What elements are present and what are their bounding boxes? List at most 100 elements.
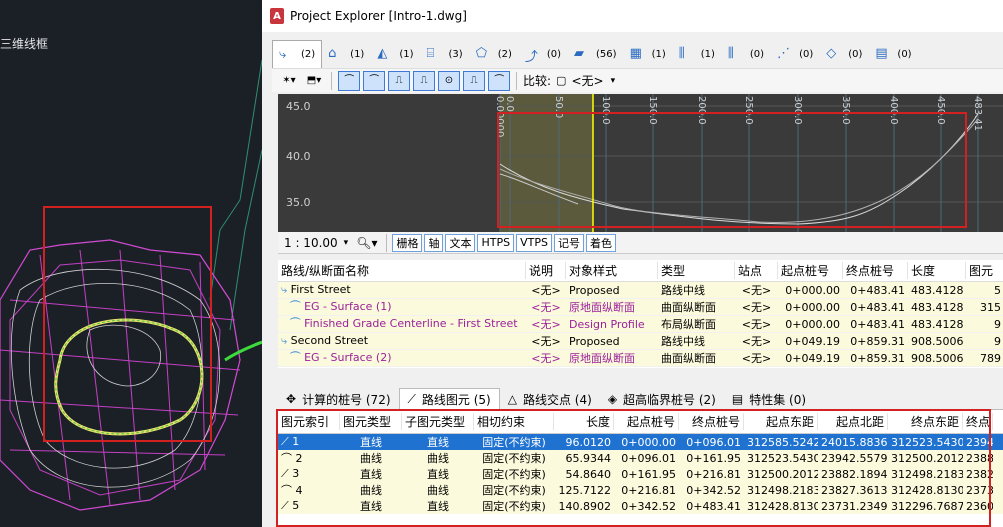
column-header[interactable]: 起点桩号 [778, 262, 843, 279]
segment-row[interactable]: ⟋ 5 直线 直线 固定(不约束) 140.8902 0+342.52 0+483.41 31… [278, 498, 1003, 514]
column-header[interactable]: 图元索引 [278, 413, 340, 430]
segment-row[interactable]: ⌒ 4 曲线 曲线 固定(不约束) 125.7122 0+216.81 0+342.52 31… [278, 482, 1003, 498]
tab-assembly[interactable]: ⌸ (3) [421, 40, 470, 68]
column-header[interactable]: 说明 [526, 262, 566, 279]
alignment-row[interactable]: ⏜ Finished Grade Centerline - First Stre… [278, 316, 1003, 333]
segments-grid[interactable]: 图元索引 图元类型 子图元类型 相切约束 长度 起点桩号 终点桩号 起点东距 起点北距 终点东距终… [278, 410, 1003, 527]
grid-cell: 布局纵断面 [661, 318, 716, 331]
y-tick-label: 45.0 [286, 100, 311, 113]
surface-icon: ⬠ [475, 46, 487, 61]
column-header[interactable]: 子图元类型 [402, 413, 474, 430]
tab-featureset[interactable]: ▤ 特性集 (0) [724, 388, 814, 410]
tab-sheet[interactable]: ▤ (0) [869, 40, 918, 68]
plot-toggle-button[interactable]: 栅格 [392, 233, 423, 252]
tab-stations[interactable]: ✥ 计算的桩号 (72) [278, 388, 399, 410]
grid-cell: <无> [741, 335, 772, 348]
column-header[interactable]: 长度 [554, 413, 614, 430]
grid-cell: 路线中线 [661, 284, 705, 297]
grid-cell: 0+859.31 [850, 334, 905, 348]
chevron-down-icon[interactable]: ▾ [344, 238, 349, 248]
tab-superelevation[interactable]: ◈ 超高临界桩号 (2) [600, 388, 724, 410]
grid-cell: ⟋ 3 [278, 467, 340, 481]
tab-corridor[interactable]: ◭ (1) [371, 40, 420, 68]
column-header[interactable]: 站点 [735, 262, 778, 279]
tab-section[interactable]: ⫼ (1) [673, 40, 722, 68]
grid-cell: 65.9344 [565, 451, 612, 465]
column-header[interactable]: 终点桩号 [679, 413, 744, 430]
index-text: 2 [295, 452, 303, 465]
profile-view-4-icon[interactable]: ⎍ [413, 70, 435, 91]
compare-dropdown[interactable]: <无> [571, 72, 603, 89]
column-header[interactable]: 类型 [658, 262, 735, 279]
grid-cell: 23942.5579 [821, 451, 888, 465]
profile-view-1-icon[interactable]: ⏜ [338, 70, 360, 91]
tab-feature-line[interactable]: ⋰ (0) [771, 40, 820, 68]
index-text: 1 [292, 435, 300, 448]
line-segment-icon: ⟋ [281, 499, 293, 512]
grid-cell: 0+161.95 [686, 451, 741, 465]
plot-toggle-button[interactable]: 着色 [585, 233, 616, 252]
grid-cell: 固定(不约束) [482, 436, 546, 449]
tab-count: (2) [497, 48, 512, 60]
profile-view-3-icon[interactable]: ⎍ [388, 70, 410, 91]
tab-point[interactable]: ◇ (0) [820, 40, 869, 68]
grid-cell: 2388 [966, 451, 993, 465]
alignment-row[interactable]: ⏜ EG - Surface (2) <无> 原地面纵断面 曲面纵断面 <无> 0+049… [278, 350, 1003, 367]
alignment-row[interactable]: ⏜ EG - Surface (1) <无> 原地面纵断面 曲面纵断面 <无> 0+000… [278, 299, 1003, 316]
tab-pipe[interactable]: ▰ (56) [568, 40, 624, 68]
profile-view-6-icon[interactable]: ⎍ [463, 70, 485, 91]
column-header[interactable]: 图元 [966, 262, 1003, 279]
column-header[interactable]: 图元类型 [340, 413, 402, 430]
tab-profile[interactable]: ⤴ (0) [519, 40, 568, 68]
column-header[interactable]: 对象样式 [566, 262, 658, 279]
scale-select[interactable]: 1 : 10.00 [284, 236, 338, 250]
column-header[interactable]: 相切约束 [474, 413, 554, 430]
profile-view-7-icon[interactable]: ⏜ [488, 70, 510, 91]
segment-row[interactable]: ⌒ 2 曲线 曲线 固定(不约束) 65.9344 0+096.01 0+161.95 312… [278, 450, 1003, 466]
plot-toggle-button[interactable]: VTPS [516, 233, 552, 252]
chevron-down-icon[interactable]: ▾ [611, 76, 616, 86]
tab-segment[interactable]: ⟋ 路线图元 (5) [398, 388, 500, 410]
grid-cell: 9 [994, 317, 1001, 331]
column-header[interactable]: 路线/纵断面名称 [278, 262, 526, 279]
plot-toggle-button[interactable]: 文本 [445, 233, 476, 252]
add-profile-icon[interactable]: ✶▾ [278, 71, 300, 91]
tab-label: 超高临界桩号 (2) [623, 392, 716, 407]
plot-toggle-button[interactable]: 记号 [553, 233, 584, 252]
column-header[interactable]: 起点东距 [744, 413, 818, 430]
plot-toggle-button[interactable]: HTPS [477, 233, 515, 252]
tab-building[interactable]: ⌂ (1) [322, 40, 371, 68]
tab-section-view[interactable]: ⫼ (0) [722, 40, 771, 68]
alignment-row[interactable]: ⤷ Second Street <无> Proposed 路线中线 <无> 0+049.1… [278, 333, 1003, 350]
tab-parcel[interactable]: ▦ (1) [624, 40, 673, 68]
create-profile-icon[interactable]: ⬒▾ [303, 71, 325, 91]
cad-viewport[interactable]: 三维线框 [0, 0, 262, 527]
profile-view-2-icon[interactable]: ⏜ [363, 70, 385, 91]
tab-surface[interactable]: ⬠ (2) [470, 40, 519, 68]
grid-cell: <无> [531, 352, 561, 365]
column-header[interactable]: 终点东距 [888, 413, 963, 430]
column-header[interactable]: 终点 [963, 413, 993, 430]
grid-cell: 908.5006 [911, 351, 964, 365]
alignment-row[interactable]: ⤷ First Street <无> Proposed 路线中线 <无> 0+000.00… [278, 282, 1003, 299]
tab-alignment[interactable]: ⤷ (2) [272, 40, 323, 68]
column-header[interactable]: 终点桩号 [843, 262, 908, 279]
profile-view-5-icon[interactable]: ⊙ [438, 70, 460, 91]
segment-row[interactable]: ⟋ 1 直线 直线 固定(不约束) 96.0120 0+000.00 0+096.01 312… [278, 434, 1003, 450]
column-header[interactable]: 起点桩号 [614, 413, 679, 430]
toolbar-separator [386, 233, 388, 252]
tab-label: 计算的桩号 (72) [302, 392, 391, 407]
alignments-grid[interactable]: 路线/纵断面名称 说明 对象样式 类型 站点 起点桩号 终点桩号 长度 图元 ⤷ First St… [278, 260, 1003, 368]
tab-pi[interactable]: △ 路线交点 (4) [500, 388, 600, 410]
column-header[interactable]: 起点北距 [818, 413, 888, 430]
column-header[interactable]: 长度 [908, 262, 966, 279]
sheet-icon: ▤ [875, 46, 888, 61]
segment-row[interactable]: ⟋ 3 直线 直线 固定(不约束) 54.8640 0+161.95 0+216.81 312… [278, 466, 1003, 482]
grid-cell: 312523.5430 [891, 435, 963, 449]
plot-toggle-button[interactable]: 轴 [424, 233, 444, 252]
grid-cell: 312498.2183 [747, 483, 818, 497]
profile-preview-plot[interactable]: 45.0 40.0 35.0 0.00000 0.0 50.0 100.0 150.0 200… [278, 94, 1003, 232]
x-tick-label: 100.0 [600, 96, 611, 125]
tab-count: (1) [700, 48, 715, 60]
zoom-icon[interactable]: 🔍︎▾ [356, 236, 377, 250]
